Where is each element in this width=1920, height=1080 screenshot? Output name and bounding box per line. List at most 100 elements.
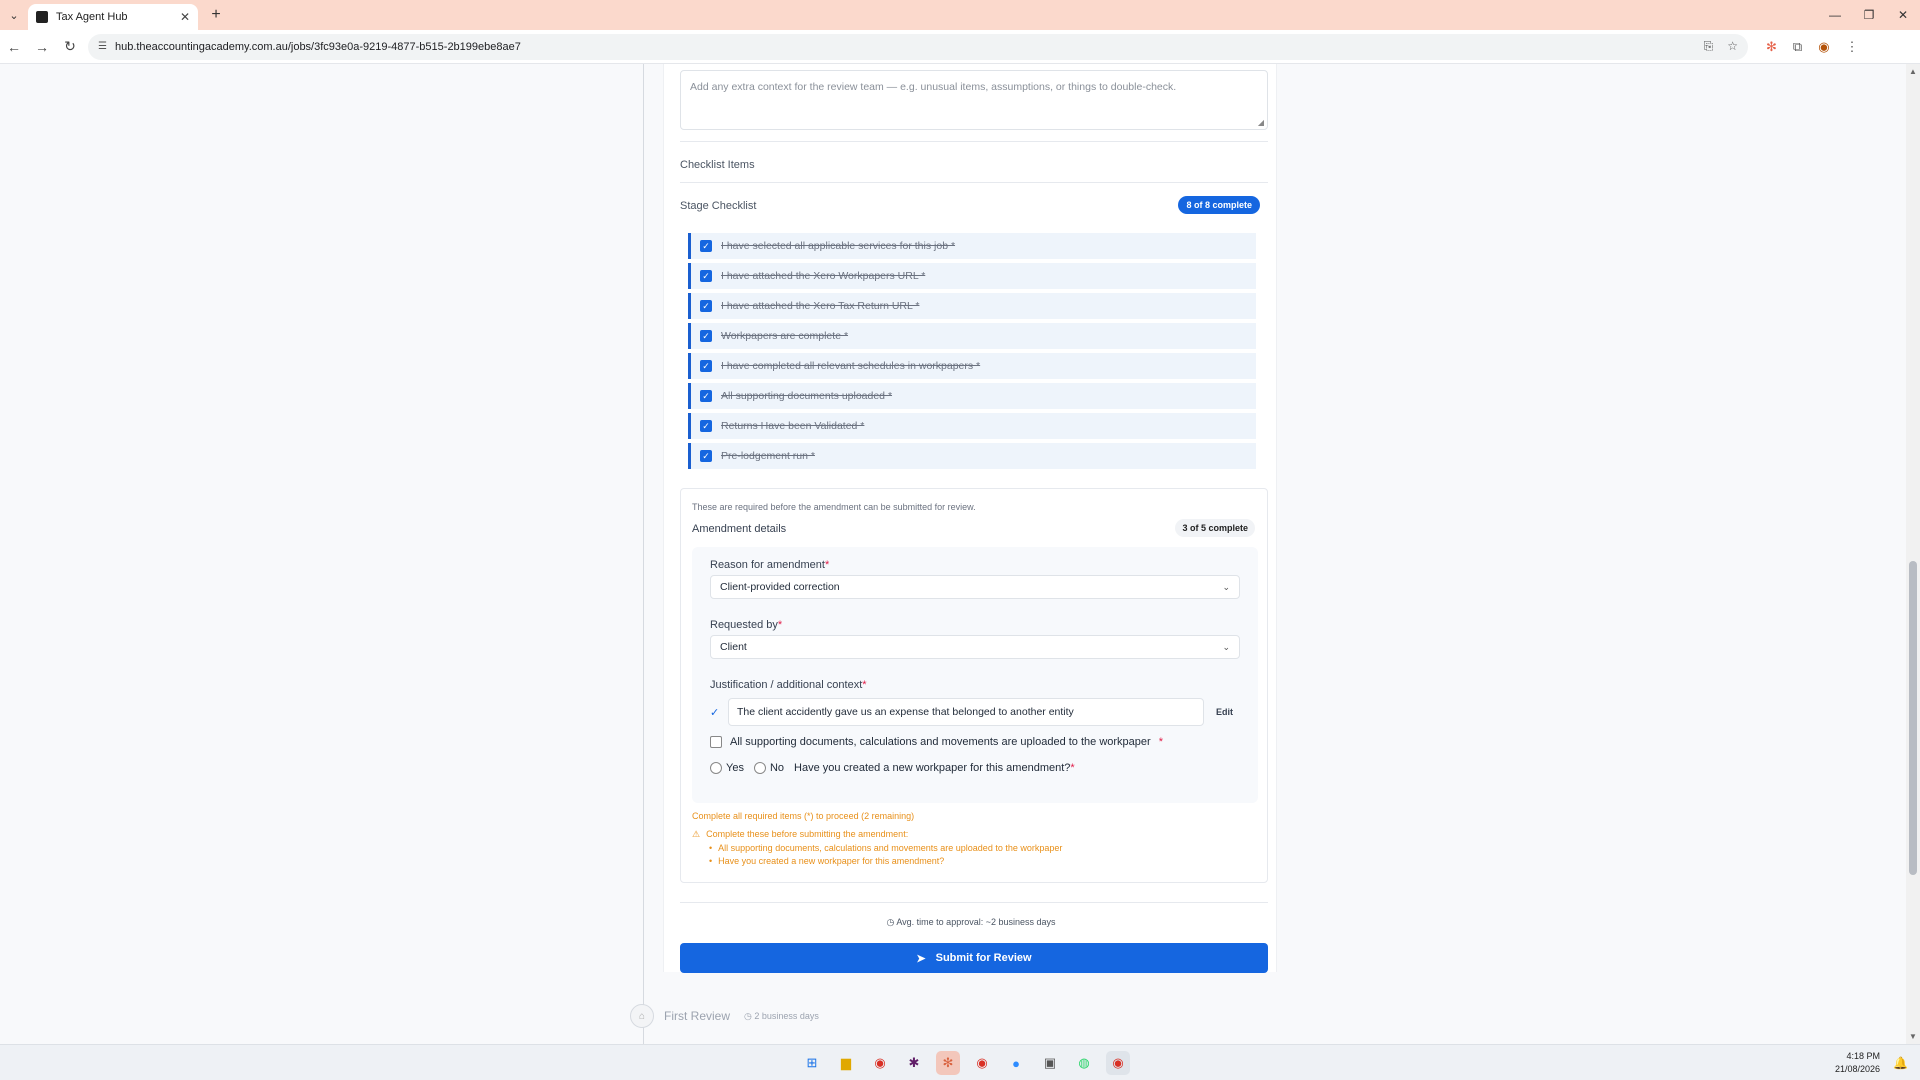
taskbar-apps: ⊞ ▆ ◉ ✱ ✻ ◉ ● ▣ ◍ ◉ xyxy=(800,1051,1130,1075)
first-review-stage[interactable]: ⌂ First Review ◷ 2 business days xyxy=(630,1004,819,1028)
no-label[interactable]: No xyxy=(770,762,784,774)
chrome-active-icon[interactable]: ◉ xyxy=(1106,1051,1130,1075)
no-radio[interactable] xyxy=(753,762,766,774)
checkbox-checked-icon[interactable]: ✓ xyxy=(700,300,712,312)
reason-select[interactable]: Client-provided correction ⌄ xyxy=(710,575,1240,599)
back-icon[interactable]: ← xyxy=(0,33,28,61)
justification-label: Justification / additional context* xyxy=(710,679,867,691)
slack-icon[interactable]: ✱ xyxy=(902,1051,926,1075)
checklist-item[interactable]: ✓ Workpapers are complete * xyxy=(688,323,1256,349)
notification-bell-icon[interactable]: 🔔 xyxy=(1893,1056,1908,1070)
docs-uploaded-label[interactable]: All supporting documents, calculations a… xyxy=(730,736,1151,748)
amendment-details-panel: These are required before the amendment … xyxy=(680,488,1268,883)
warning-list-item: Have you created a new workpaper for thi… xyxy=(709,856,1062,866)
browser-tab[interactable]: Tax Agent Hub ✕ xyxy=(28,4,198,30)
profile-avatar-icon[interactable]: ◉ xyxy=(1818,39,1829,55)
forward-icon[interactable]: → xyxy=(28,33,56,61)
checkbox-checked-icon[interactable]: ✓ xyxy=(700,420,712,432)
stage-lock-icon: ⌂ xyxy=(630,1004,654,1028)
browser-toolbar: ← → ↻ ☰ hub.theaccountingacademy.com.au/… xyxy=(0,30,1920,64)
amendment-progress-badge: 3 of 5 complete xyxy=(1175,519,1255,537)
checklist-item-label: I have attached the Xero Workpapers URL … xyxy=(721,270,926,282)
checklist-item[interactable]: ✓ I have completed all relevant schedules… xyxy=(688,353,1256,379)
requested-by-label-text: Requested by xyxy=(710,619,778,631)
checklist-item-label: Returns Have been Validated * xyxy=(721,420,865,432)
site-info-icon[interactable]: ☰ xyxy=(98,41,107,52)
remote-desktop-icon[interactable]: ▣ xyxy=(1038,1051,1062,1075)
avg-approval-text: Avg. time to approval: ~2 business days xyxy=(896,917,1056,927)
clock-time: 4:18 PM xyxy=(1846,1051,1880,1061)
system-clock[interactable]: 4:18 PM 21/08/2026 xyxy=(1835,1050,1880,1076)
browser-menu-icon[interactable]: ⋮ xyxy=(1846,39,1859,55)
checkbox-checked-icon[interactable]: ✓ xyxy=(700,450,712,462)
resize-grip-icon[interactable]: ◢ xyxy=(1258,118,1264,127)
requested-by-value: Client xyxy=(720,641,747,653)
checklist-item[interactable]: ✓ All supporting documents uploaded * xyxy=(688,383,1256,409)
restore-icon[interactable]: ❐ xyxy=(1852,0,1886,30)
requested-by-label: Requested by* xyxy=(710,619,782,631)
clock-date: 21/08/2026 xyxy=(1834,1064,1880,1074)
minimize-icon[interactable]: — xyxy=(1818,0,1852,30)
yes-label[interactable]: Yes xyxy=(726,762,744,774)
start-menu-icon[interactable]: ⊞ xyxy=(800,1051,824,1075)
checkbox-checked-icon[interactable]: ✓ xyxy=(700,390,712,402)
tab-search-icon[interactable]: ⌄ xyxy=(0,0,28,30)
new-workpaper-row: Yes No Have you created a new workpaper … xyxy=(710,762,1075,774)
checklist-item-label: I have completed all relevant schedules … xyxy=(721,360,981,372)
checkbox-checked-icon[interactable]: ✓ xyxy=(700,360,712,372)
scrollbar-thumb[interactable] xyxy=(1909,561,1917,875)
yes-radio[interactable] xyxy=(710,762,722,774)
review-notes-placeholder: Add any extra context for the review tea… xyxy=(690,81,1177,93)
url-text[interactable]: hub.theaccountingacademy.com.au/jobs/3fc… xyxy=(115,41,521,53)
warning-list-item: All supporting documents, calculations a… xyxy=(709,843,1062,853)
remaining-items-warning: Complete all required items (*) to proce… xyxy=(692,811,915,821)
docs-uploaded-checkbox[interactable] xyxy=(710,736,722,748)
scroll-down-icon[interactable]: ▼ xyxy=(1909,1032,1917,1041)
bookmark-star-icon[interactable]: ☆ xyxy=(1727,39,1738,54)
close-window-icon[interactable]: ✕ xyxy=(1886,0,1920,30)
claude-icon[interactable]: ✻ xyxy=(936,1051,960,1075)
install-app-icon[interactable]: ⎘ xyxy=(1704,39,1714,54)
checklist-item[interactable]: ✓ I have attached the Xero Tax Return URL… xyxy=(688,293,1256,319)
no-option[interactable]: No xyxy=(753,762,784,774)
checklist-item[interactable]: ✓ I have selected all applicable services… xyxy=(688,233,1256,259)
warning-list: All supporting documents, calculations a… xyxy=(709,843,1062,869)
amendment-title: Amendment details xyxy=(692,523,787,535)
extensions-puzzle-icon[interactable]: ⧉ xyxy=(1793,39,1802,55)
justification-field[interactable]: The client accidently gave us an expense… xyxy=(728,698,1204,726)
extension-icon[interactable]: ✻ xyxy=(1766,39,1777,55)
chrome-icon[interactable]: ◉ xyxy=(868,1051,892,1075)
avg-approval-time: ◷ Avg. time to approval: ~2 business day… xyxy=(664,917,1278,928)
send-icon: ➤ xyxy=(916,952,926,965)
address-bar[interactable]: ☰ hub.theaccountingacademy.com.au/jobs/3… xyxy=(88,33,1748,60)
checkbox-checked-icon[interactable]: ✓ xyxy=(700,270,712,282)
requested-by-select[interactable]: Client ⌄ xyxy=(710,635,1240,659)
scroll-up-icon[interactable]: ▲ xyxy=(1909,67,1917,76)
first-review-duration-text: 2 business days xyxy=(754,1010,819,1021)
review-notes-textarea[interactable]: Add any extra context for the review tea… xyxy=(680,70,1268,130)
new-tab-icon[interactable]: + xyxy=(202,2,230,28)
chrome-profile-icon[interactable]: ◉ xyxy=(970,1051,994,1075)
zoom-icon[interactable]: ● xyxy=(1004,1051,1028,1075)
chevron-down-icon: ⌄ xyxy=(1222,641,1230,652)
checklist-item[interactable]: ✓ I have attached the Xero Workpapers URL… xyxy=(688,263,1256,289)
checklist-item-label: I have attached the Xero Tax Return URL … xyxy=(721,300,920,312)
checkbox-checked-icon[interactable]: ✓ xyxy=(700,330,712,342)
close-tab-icon[interactable]: ✕ xyxy=(180,10,190,24)
checkbox-checked-icon[interactable]: ✓ xyxy=(700,240,712,252)
checklist-item[interactable]: ✓ Returns Have been Validated * xyxy=(688,413,1256,439)
submit-for-review-button[interactable]: ➤ Submit for Review xyxy=(680,943,1268,973)
yes-option[interactable]: Yes xyxy=(710,762,744,774)
justification-label-text: Justification / additional context xyxy=(710,679,863,691)
checklist-item-label: Pre-lodgement run * xyxy=(721,450,815,462)
reload-icon[interactable]: ↻ xyxy=(56,33,84,61)
whatsapp-icon[interactable]: ◍ xyxy=(1072,1051,1096,1075)
checklist-item-label: Workpapers are complete * xyxy=(721,330,849,342)
stage-checklist-heading: Stage Checklist xyxy=(680,200,757,212)
justification-row: ✓ The client accidently gave us an expen… xyxy=(710,698,1240,726)
page-scrollbar[interactable]: ▲ ▼ xyxy=(1906,64,1920,1044)
file-explorer-icon[interactable]: ▆ xyxy=(834,1051,858,1075)
edit-justification-button[interactable]: Edit xyxy=(1216,707,1233,717)
checklist-item[interactable]: ✓ Pre-lodgement run * xyxy=(688,443,1256,469)
divider xyxy=(680,141,1268,142)
